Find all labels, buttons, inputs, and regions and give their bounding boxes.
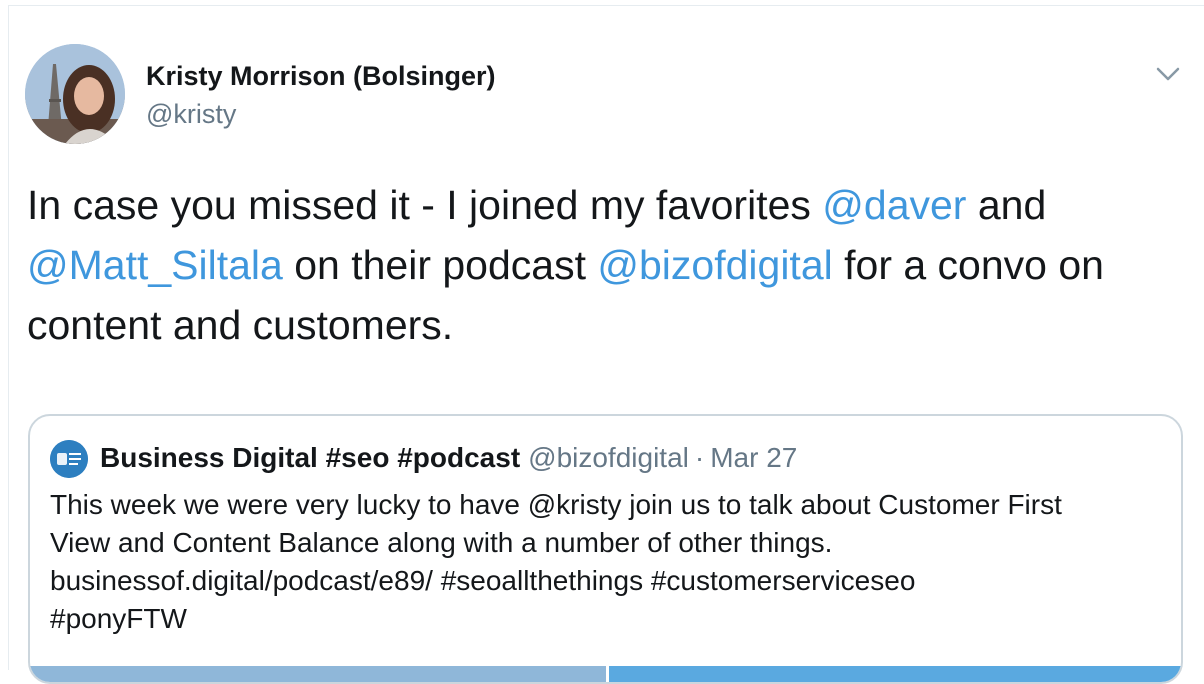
tweet-text: In case you missed it - I joined my favo…	[27, 175, 1187, 355]
quoted-author-handle[interactable]: @bizofdigital	[528, 442, 689, 473]
quoted-avatar[interactable]	[50, 440, 88, 478]
quoted-header: Business Digital #seo #podcast @bizofdigi…	[100, 440, 797, 476]
quoted-media-image[interactable]	[30, 666, 606, 682]
tweet-text-segment: on their podcast	[282, 242, 598, 288]
quoted-media[interactable]	[30, 666, 1181, 682]
quoted-text-line: #ponyFTW	[50, 603, 187, 634]
quoted-text-line: businessof.digital/podcast/e89/ #seoallt…	[50, 565, 916, 596]
quoted-text-line: View and Content Balance along with a nu…	[50, 527, 833, 558]
quoted-text-line: This week we were very lucky to have @kr…	[50, 489, 1062, 520]
mention-daver[interactable]: @daver	[822, 182, 966, 228]
separator-dot: ·	[694, 442, 705, 473]
mention-bizofdigital[interactable]: @bizofdigital	[597, 242, 832, 288]
quoted-text: This week we were very lucky to have @kr…	[50, 486, 1170, 638]
tweet-text-segment: and	[966, 182, 1047, 228]
quoted-tweet[interactable]: Business Digital #seo #podcast @bizofdigi…	[28, 414, 1183, 684]
author-name[interactable]: Kristy Morrison (Bolsinger)	[146, 61, 496, 92]
author-handle[interactable]: @kristy	[146, 99, 236, 130]
quoted-date[interactable]: Mar 27	[710, 442, 797, 473]
tweet-text-segment: In case you missed it - I joined my favo…	[27, 182, 823, 228]
quoted-author-name[interactable]: Business Digital #seo #podcast	[100, 442, 520, 473]
chevron-down-icon[interactable]	[1153, 62, 1183, 86]
quoted-media-image[interactable]	[609, 666, 1181, 682]
avatar[interactable]	[25, 44, 125, 144]
mention-matt-siltala[interactable]: @Matt_Siltala	[27, 242, 283, 288]
